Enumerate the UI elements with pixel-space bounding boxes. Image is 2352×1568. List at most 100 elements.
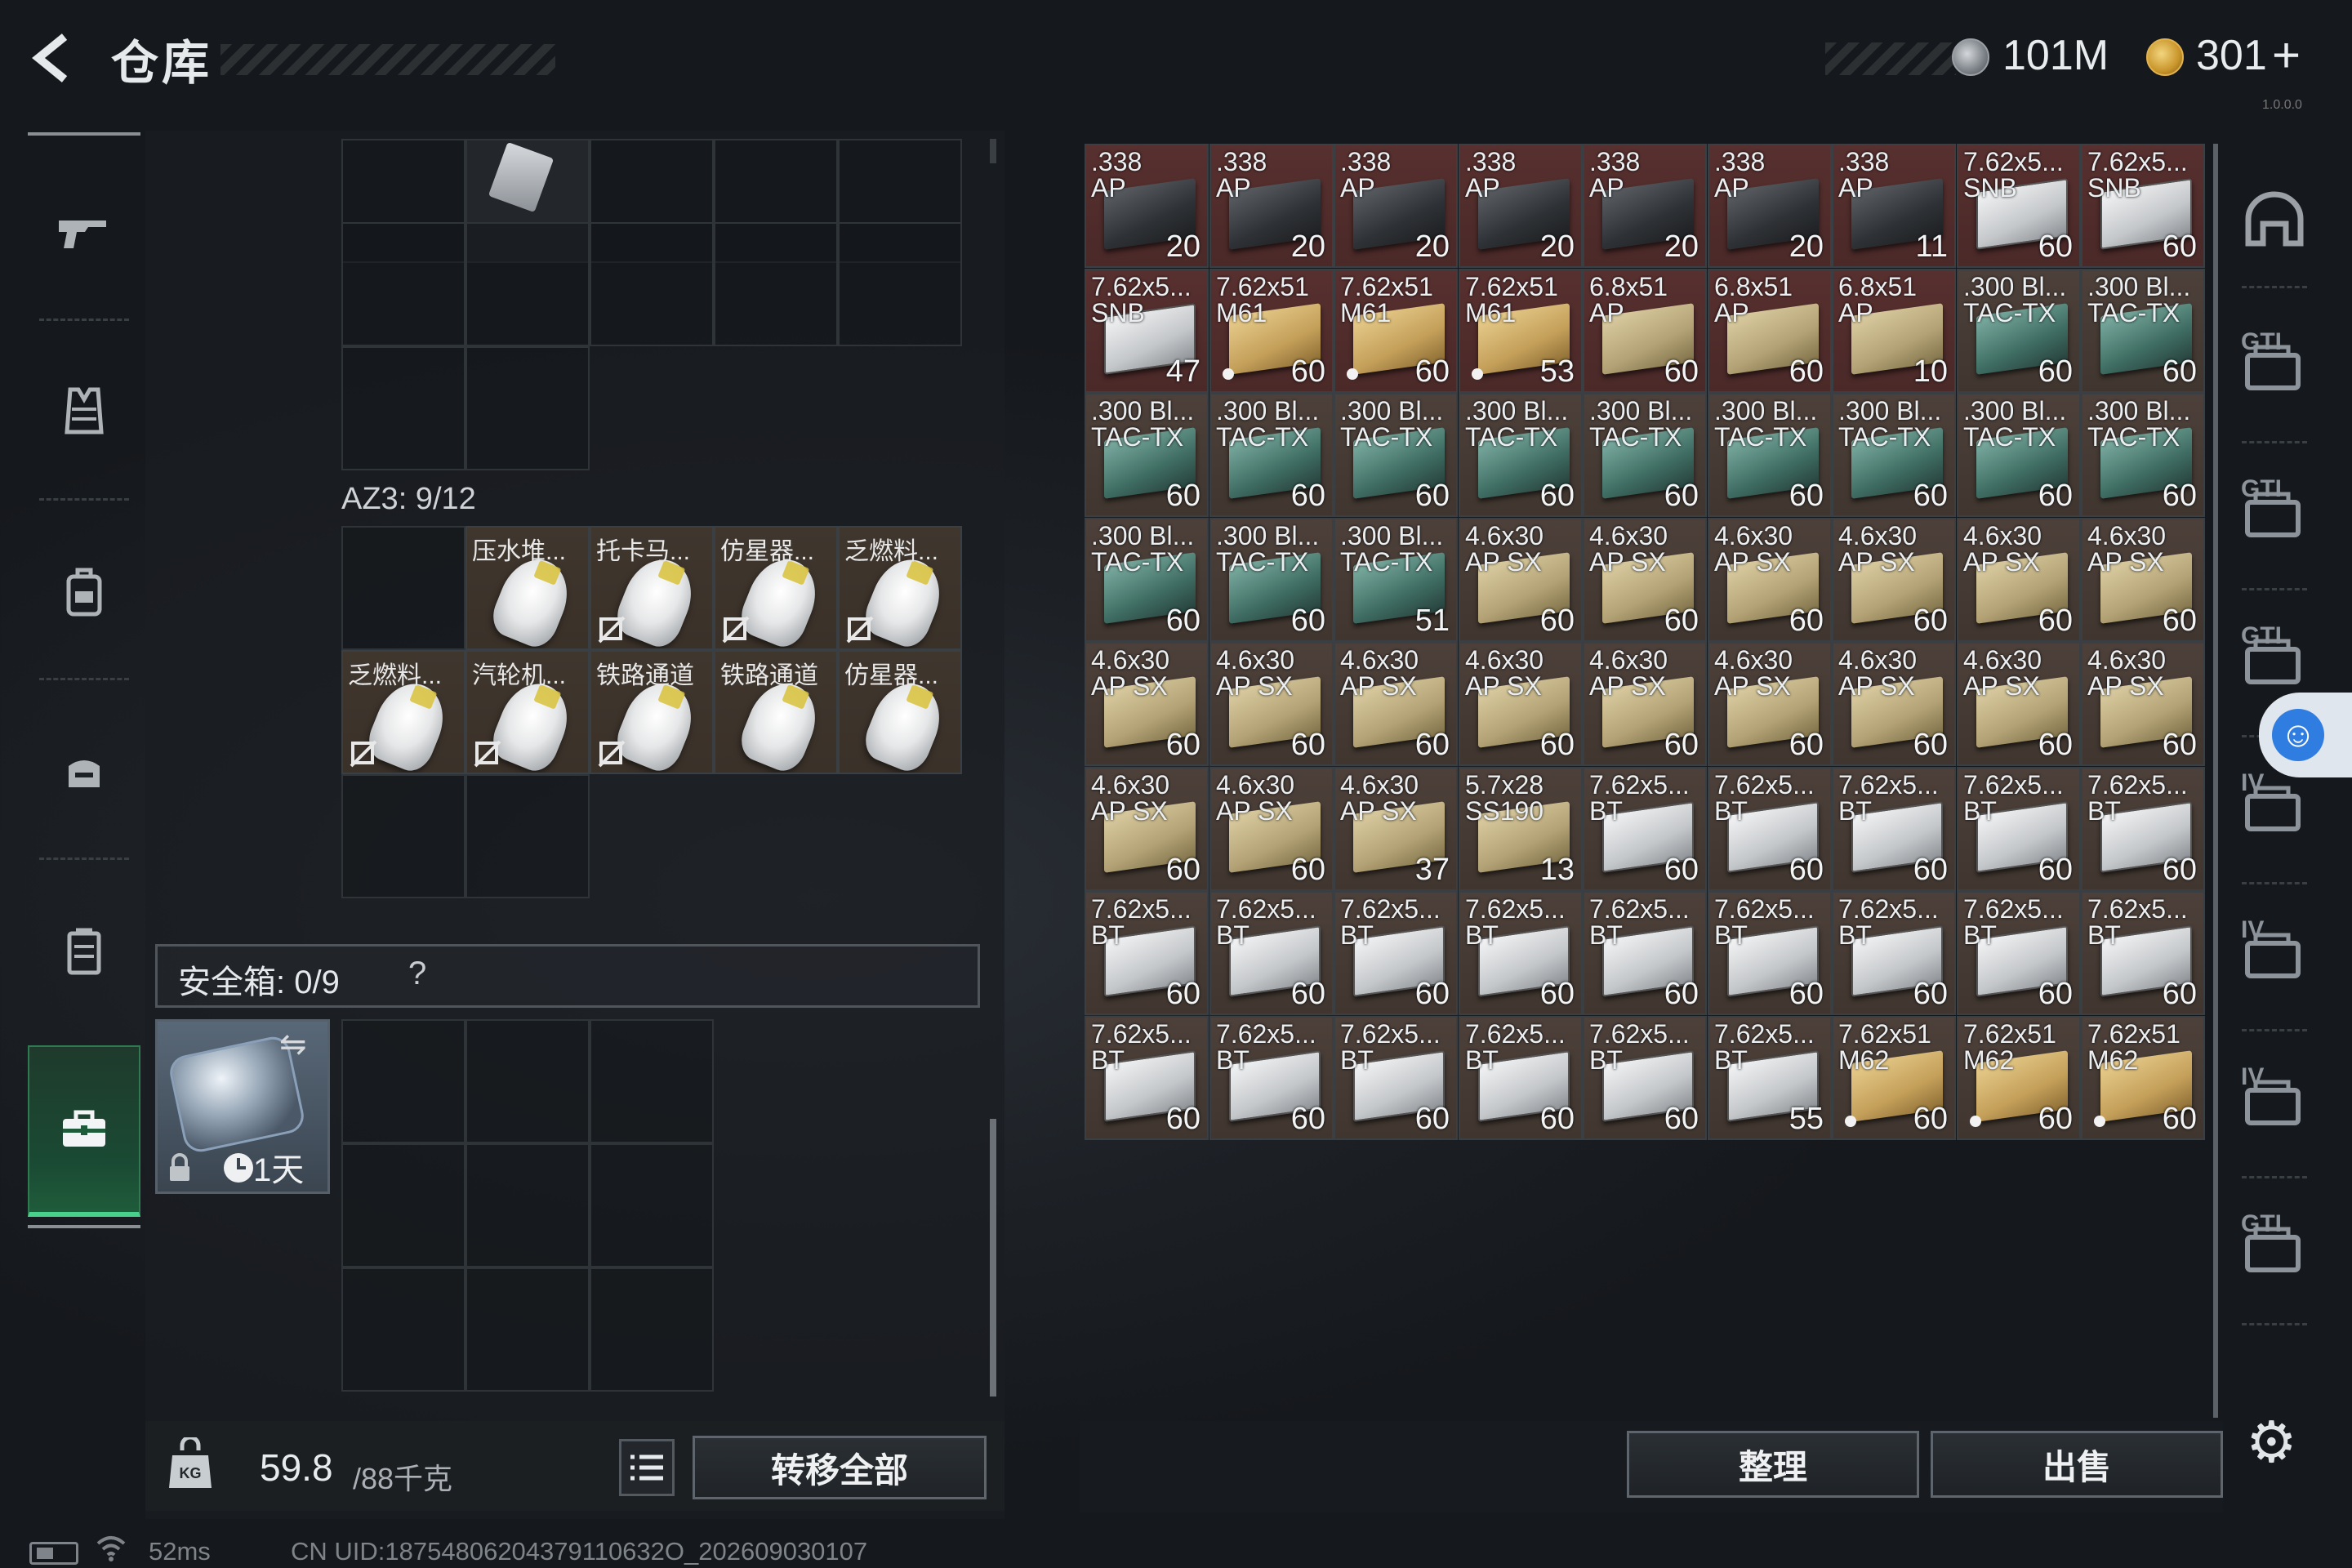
stash-ammo-item[interactable]: .300 Bl... TAC-TX 60	[1957, 269, 2081, 393]
stash-ammo-item[interactable]: 7.62x5... BT 60	[1334, 1016, 1458, 1140]
stash-ammo-item[interactable]: 4.6x30 AP SX 60	[1957, 642, 2081, 766]
grid-cell[interactable]	[466, 222, 590, 346]
stash-ammo-item[interactable]: .338 AP 20	[1583, 144, 1707, 268]
stash-ammo-item[interactable]: 7.62x51 M62 60	[1957, 1016, 2081, 1140]
stash-ammo-item[interactable]: .300 Bl... TAC-TX 60	[2081, 393, 2205, 517]
stash-ammo-item[interactable]: 4.6x30 AP SX 37	[1334, 767, 1458, 891]
stash-ammo-item[interactable]: 4.6x30 AP SX 60	[1583, 518, 1707, 642]
stash-ammo-item[interactable]: .338 AP 20	[1085, 144, 1209, 268]
sort-button[interactable]: 整理	[1627, 1431, 1919, 1498]
stash-ammo-item[interactable]: .300 Bl... TAC-TX 60	[1085, 518, 1209, 642]
stash-ammo-item[interactable]: 7.62x5... BT 60	[1583, 891, 1707, 1015]
nav-weapon[interactable]	[28, 163, 140, 302]
grid-cell[interactable]	[466, 1267, 590, 1392]
stash-ammo-item[interactable]: 4.6x30 AP SX 60	[1583, 642, 1707, 766]
grid-cell[interactable]	[341, 1143, 466, 1267]
swap-icon[interactable]: ⇋	[279, 1026, 307, 1063]
stash-ammo-item[interactable]: 7.62x5... BT 60	[1209, 891, 1334, 1015]
stash-ammo-item[interactable]: 7.62x51 M61 53	[1459, 269, 1583, 393]
stash-ammo-item[interactable]: 7.62x5... BT 60	[1583, 767, 1707, 891]
stash-ammo-item[interactable]: .338 AP 20	[1708, 144, 1832, 268]
grid-cell[interactable]	[341, 346, 466, 470]
grid-cell[interactable]	[341, 222, 466, 346]
az3-item[interactable]: 仿星器...	[838, 650, 962, 774]
stash-ammo-item[interactable]: .300 Bl... TAC-TX 60	[1708, 393, 1832, 517]
grid-cell[interactable]	[466, 1143, 590, 1267]
stash-ammo-item[interactable]: 7.62x51 M62 60	[1832, 1016, 1956, 1140]
grid-cell[interactable]	[341, 774, 466, 898]
stash-ammo-item[interactable]: 4.6x30 AP SX 60	[1334, 642, 1458, 766]
stash-ammo-item[interactable]: .338 AP 20	[1459, 144, 1583, 268]
helmet-tab-icon[interactable]	[2238, 183, 2311, 256]
sell-button[interactable]: 出售	[1931, 1431, 2223, 1498]
stash-ammo-item[interactable]: 7.62x5... BT 60	[1583, 1016, 1707, 1140]
az3-item[interactable]: 仿星器...	[714, 526, 838, 650]
nav-safe-case[interactable]	[28, 1045, 140, 1217]
iv-folder-tab-icon[interactable]: IV	[2238, 915, 2311, 988]
stash-ammo-item[interactable]: .338 AP 20	[1209, 144, 1334, 268]
stash-ammo-item[interactable]: 7.62x5... BT 60	[1459, 1016, 1583, 1140]
grid-cell[interactable]	[466, 1019, 590, 1143]
stash-ammo-item[interactable]: 6.8x51 AP 60	[1583, 269, 1707, 393]
stash-ammo-item[interactable]: 7.62x5... BT 60	[1459, 891, 1583, 1015]
stash-ammo-item[interactable]: .338 AP 11	[1832, 144, 1956, 268]
stash-ammo-item[interactable]: 4.6x30 AP SX 60	[2081, 518, 2205, 642]
accessibility-button[interactable]: ☺	[2259, 693, 2352, 777]
gti-ammo-tab-icon[interactable]: GTI	[2238, 621, 2311, 694]
stash-ammo-item[interactable]: .300 Bl... TAC-TX 60	[1209, 393, 1334, 517]
stash-ammo-item[interactable]: 7.62x51 M62 60	[2081, 1016, 2205, 1140]
stash-ammo-item[interactable]: 4.6x30 AP SX 60	[1832, 518, 1956, 642]
grid-cell[interactable]	[466, 346, 590, 470]
stash-ammo-item[interactable]: 4.6x30 AP SX 60	[1957, 518, 2081, 642]
stash-ammo-item[interactable]: 4.6x30 AP SX 60	[1459, 642, 1583, 766]
help-button[interactable]: ?	[408, 956, 426, 992]
az3-item[interactable]: 托卡马...	[590, 526, 714, 650]
az3-item[interactable]: 乏燃料...	[341, 650, 466, 774]
stash-ammo-item[interactable]: 5.7x28 SS190 13	[1459, 767, 1583, 891]
az3-item[interactable]: 铁路通道	[714, 650, 838, 774]
stash-ammo-item[interactable]: 6.8x51 AP 60	[1708, 269, 1832, 393]
az3-item[interactable]: 乏燃料...	[838, 526, 962, 650]
stash-ammo-item[interactable]: 4.6x30 AP SX 60	[1832, 642, 1956, 766]
stash-ammo-item[interactable]: 7.62x5... BT 60	[1832, 891, 1956, 1015]
az3-item[interactable]: 汽轮机...	[466, 650, 590, 774]
grid-cell[interactable]	[590, 1143, 714, 1267]
stash-ammo-item[interactable]: .300 Bl... TAC-TX 60	[1085, 393, 1209, 517]
stash-ammo-item[interactable]: 4.6x30 AP SX 60	[1085, 767, 1209, 891]
stash-ammo-item[interactable]: 7.62x5... BT 60	[1957, 767, 2081, 891]
stash-ammo-item[interactable]: 7.62x5... BT 60	[2081, 891, 2205, 1015]
stash-ammo-item[interactable]: 7.62x51 M61 60	[1334, 269, 1458, 393]
stash-ammo-item[interactable]: 7.62x5... BT 60	[1832, 767, 1956, 891]
gti-weapon-tab-icon[interactable]: GTI	[2238, 327, 2311, 400]
stash-ammo-item[interactable]: 4.6x30 AP SX 60	[2081, 642, 2205, 766]
scrollbar-thumb[interactable]	[990, 1119, 996, 1396]
back-button[interactable]	[24, 29, 82, 87]
stash-ammo-item[interactable]: 7.62x51 M61 60	[1209, 269, 1334, 393]
transfer-all-button[interactable]: 转移全部	[693, 1436, 987, 1499]
stash-ammo-item[interactable]: 7.62x5... BT 60	[1957, 891, 2081, 1015]
grid-cell[interactable]	[341, 1267, 466, 1392]
stash-ammo-item[interactable]: 7.62x5... SNB 47	[1085, 269, 1209, 393]
stash-ammo-item[interactable]: 6.8x51 AP 10	[1832, 269, 1956, 393]
grid-cell[interactable]	[838, 222, 962, 346]
stash-ammo-item[interactable]: 4.6x30 AP SX 60	[1459, 518, 1583, 642]
grid-cell[interactable]	[341, 1019, 466, 1143]
stash-ammo-item[interactable]: 4.6x30 AP SX 60	[1209, 642, 1334, 766]
grid-cell[interactable]	[714, 222, 838, 346]
grid-cell[interactable]	[590, 1267, 714, 1392]
nav-backpack[interactable]	[28, 523, 140, 662]
stash-ammo-item[interactable]: .300 Bl... TAC-TX 60	[1832, 393, 1956, 517]
stash-ammo-item[interactable]: 4.6x30 AP SX 60	[1209, 767, 1334, 891]
stash-ammo-item[interactable]: .300 Bl... TAC-TX 60	[1459, 393, 1583, 517]
iv-folder2-tab-icon[interactable]: IV	[2238, 1062, 2311, 1135]
stash-ammo-item[interactable]: .300 Bl... TAC-TX 60	[2081, 269, 2205, 393]
gti-misc-tab-icon[interactable]: GTI	[2238, 1209, 2311, 1282]
stash-scrollbar[interactable]	[2213, 144, 2218, 1418]
stash-ammo-item[interactable]: 7.62x5... BT 55	[1708, 1016, 1832, 1140]
stash-ammo-item[interactable]: .300 Bl... TAC-TX 60	[1334, 393, 1458, 517]
add-currency-button[interactable]: +	[2272, 27, 2301, 83]
stash-ammo-item[interactable]: 7.62x5... BT 60	[1708, 767, 1832, 891]
stash-ammo-item[interactable]: .300 Bl... TAC-TX 60	[1583, 393, 1707, 517]
nav-container[interactable]	[28, 882, 140, 1021]
stash-ammo-item[interactable]: .300 Bl... TAC-TX 60	[1957, 393, 2081, 517]
